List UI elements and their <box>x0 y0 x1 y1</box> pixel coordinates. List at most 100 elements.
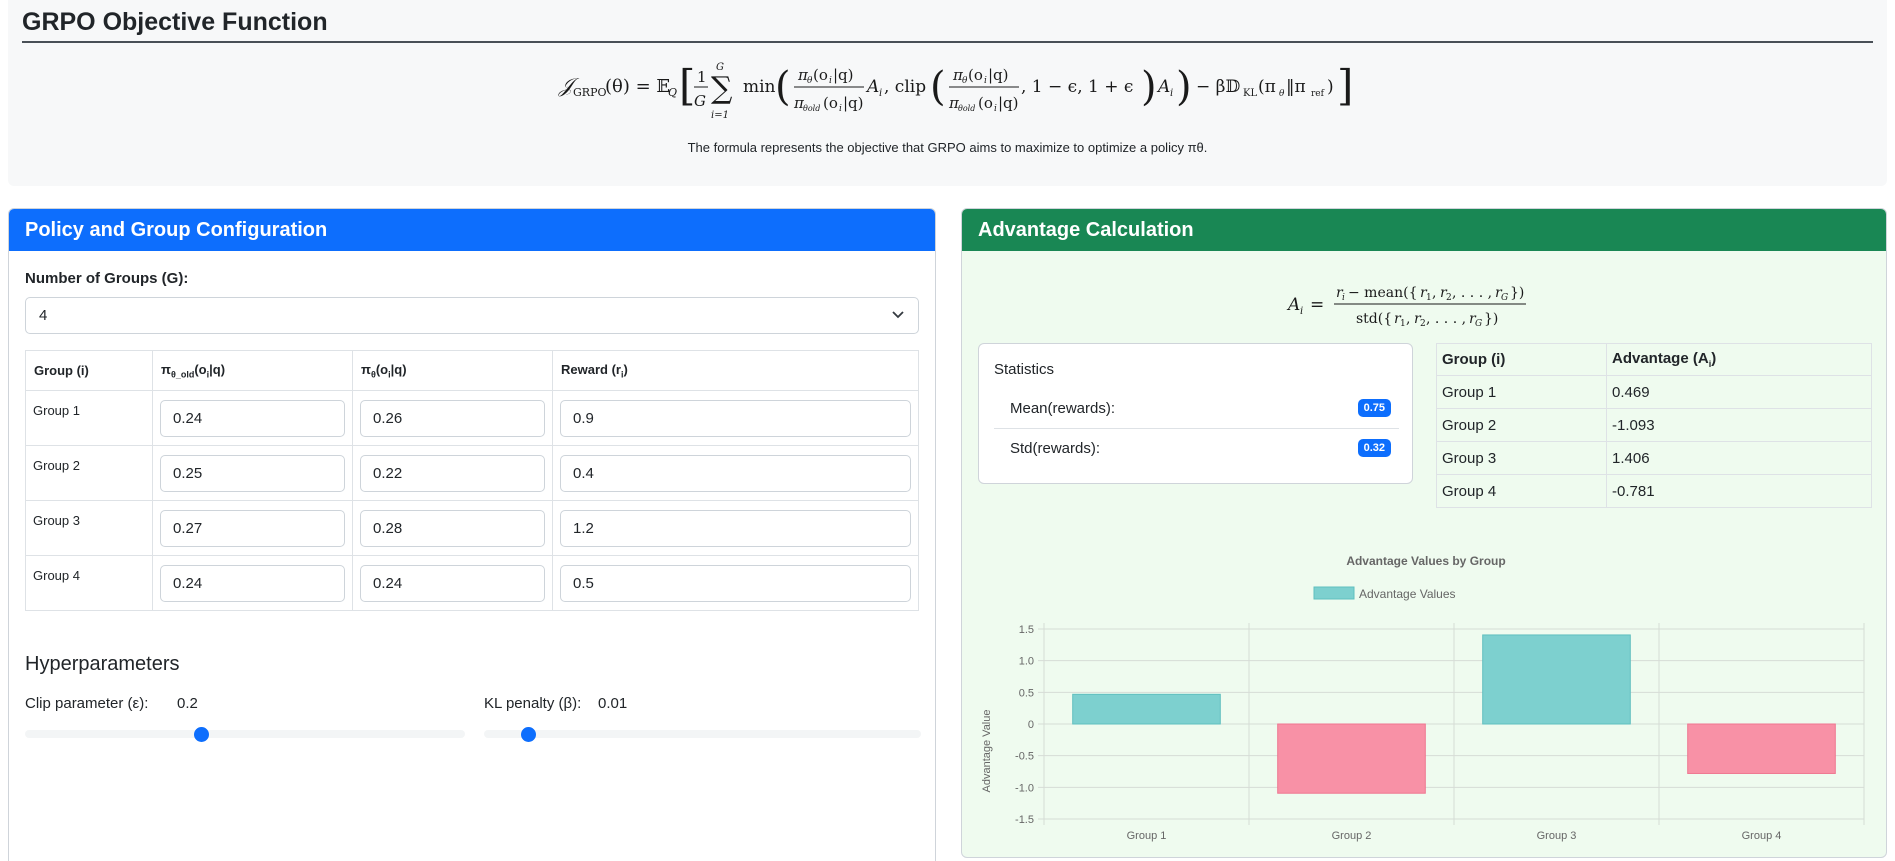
reward-input[interactable] <box>560 509 911 547</box>
kl-slider-thumb[interactable] <box>520 727 536 742</box>
adv-group: Group 1 <box>1436 375 1607 409</box>
svg-text:|q): |q) <box>843 94 864 112</box>
bar-group-1 <box>1072 693 1221 725</box>
adv-group: Group 3 <box>1436 441 1607 475</box>
table-row: Group 2 -1.093 <box>1436 408 1872 442</box>
clip-slider-thumb[interactable] <box>194 727 209 742</box>
chart-title: Advantage Values by Group <box>1346 554 1505 568</box>
mean-badge: 0.75 <box>1357 399 1391 417</box>
legend-swatch <box>1313 586 1355 600</box>
adv-value: -1.093 <box>1606 408 1872 442</box>
svg-text:|q): |q) <box>998 94 1019 112</box>
adv-value: 1.406 <box>1606 441 1872 475</box>
statistics-card: Statistics Mean(rewards): 0.75 Std(rewar… <box>978 343 1413 484</box>
svg-text:A: A <box>1286 295 1300 315</box>
svg-text:− β𝔻: − β𝔻 <box>1196 77 1240 97</box>
svg-text:, 1 − ϵ, 1 + ϵ: , 1 − ϵ, 1 + ϵ <box>1021 77 1133 97</box>
svg-text:G: G <box>694 92 706 110</box>
x-tick-label: Group 1 <box>1127 830 1167 842</box>
stat-std-row: Std(rewards): 0.32 <box>994 430 1399 468</box>
svg-text:‖π: ‖π <box>1286 77 1306 97</box>
pi-old-input[interactable] <box>160 509 345 547</box>
x-tick-label: Group 2 <box>1332 830 1372 842</box>
std-label: Std(rewards): <box>1010 440 1101 457</box>
kl-penalty-label: KL penalty (β): <box>484 695 582 712</box>
svg-text:i: i <box>1342 293 1345 303</box>
formula-caption: The formula represents the objective tha… <box>687 140 1208 155</box>
col-group: Group (i) <box>1436 343 1607 376</box>
policy-card-title: Policy and Group Configuration <box>9 209 935 251</box>
pi-theta-input[interactable] <box>360 399 545 437</box>
pi-old-input[interactable] <box>160 454 345 492</box>
chevron-down-icon <box>890 304 906 329</box>
svg-text:θ: θ <box>1279 89 1285 99</box>
reward-input[interactable] <box>560 399 911 437</box>
svg-text:, . . . ,: , . . . , <box>1452 285 1492 301</box>
svg-text:G: G <box>1501 293 1508 303</box>
svg-text:): ) <box>1327 77 1334 97</box>
svg-text:min: min <box>743 77 776 97</box>
table-row: Group 4 -0.781 <box>1436 474 1872 508</box>
reward-input[interactable] <box>560 454 911 492</box>
pi-theta-input[interactable] <box>360 564 545 602</box>
svg-text:[: [ <box>679 61 695 110</box>
mean-label: Mean(rewards): <box>1010 400 1116 417</box>
table-row: Group 4 <box>25 555 919 611</box>
svg-text:i: i <box>994 104 997 114</box>
pi-old-input[interactable] <box>160 564 345 602</box>
adv-group: Group 2 <box>1436 408 1607 442</box>
svg-text:(θ) = 𝔼: (θ) = 𝔼 <box>605 76 670 97</box>
svg-text:, . . . ,: , . . . , <box>1426 311 1466 327</box>
y-tick-label: -1.0 <box>1015 782 1034 794</box>
svg-text:Q: Q <box>668 86 677 99</box>
std-badge: 0.32 <box>1357 439 1391 457</box>
col-pi-old: πθ_old(oi|q) <box>152 350 353 391</box>
group-name: Group 3 <box>25 500 153 556</box>
svg-text:|q): |q) <box>988 66 1009 84</box>
y-tick-label: 0 <box>1028 719 1034 731</box>
reward-input[interactable] <box>560 564 911 602</box>
groups-select[interactable]: 4 <box>25 297 919 334</box>
svg-text:θold: θold <box>958 104 975 113</box>
y-tick-label: -1.5 <box>1015 814 1034 826</box>
svg-text:1: 1 <box>1400 319 1406 329</box>
bar-group-3 <box>1482 634 1631 725</box>
svg-text:=: = <box>1310 295 1324 315</box>
bar-group-2 <box>1277 723 1426 794</box>
adv-value: 0.469 <box>1606 375 1872 409</box>
pi-theta-input[interactable] <box>360 454 545 492</box>
svg-text:∑: ∑ <box>711 71 733 106</box>
pi-theta-input[interactable] <box>360 509 545 547</box>
group-name: Group 1 <box>25 390 153 446</box>
svg-text:): ) <box>1141 64 1157 110</box>
svg-text:,: , <box>1406 311 1410 327</box>
svg-text:, clip: , clip <box>884 77 926 97</box>
svg-text:i: i <box>879 88 882 99</box>
col-pi-theta: πθ(oi|q) <box>352 350 553 391</box>
col-reward: Reward (ri) <box>552 350 919 391</box>
stat-divider <box>994 428 1399 429</box>
objective-section: GRPO Objective Function 𝒥 GRPO (θ) = 𝔼 Q… <box>8 0 1887 186</box>
kl-slider-track[interactable] <box>484 730 921 738</box>
groups-label: Number of Groups (G): <box>25 270 189 287</box>
svg-text:(o: (o <box>968 66 983 84</box>
y-tick-label: -0.5 <box>1015 751 1034 763</box>
svg-text:i: i <box>829 76 832 86</box>
pi-old-input[interactable] <box>160 399 345 437</box>
svg-text:std({: std({ <box>1356 311 1392 327</box>
advantage-formula: A i = r i − mean({ r 1 , r 2 , . . . , r… <box>1282 275 1582 335</box>
y-tick-label: 1.5 <box>1019 624 1034 636</box>
table-row: Group 3 <box>25 500 919 556</box>
col-advantage: Advantage (Ai) <box>1606 343 1872 376</box>
y-tick-label: 1.0 <box>1019 656 1034 668</box>
advantage-card: Advantage Calculation A i = r i − mean({… <box>961 208 1887 858</box>
svg-text:2: 2 <box>1420 319 1426 329</box>
grpo-formula: 𝒥 GRPO (θ) = 𝔼 Q [ 1 G G ∑ i=1 min ( π θ… <box>553 54 1353 124</box>
col-group: Group (i) <box>25 350 153 391</box>
group-table: Group (i) πθ_old(oi|q) πθ(oi|q) Reward (… <box>25 350 919 611</box>
table-row: Group 3 1.406 <box>1436 441 1872 475</box>
clip-slider-track[interactable] <box>25 730 465 738</box>
svg-text:i: i <box>1300 306 1303 317</box>
x-tick-label: Group 4 <box>1742 830 1782 842</box>
clip-param-label: Clip parameter (ε): <box>25 695 149 712</box>
